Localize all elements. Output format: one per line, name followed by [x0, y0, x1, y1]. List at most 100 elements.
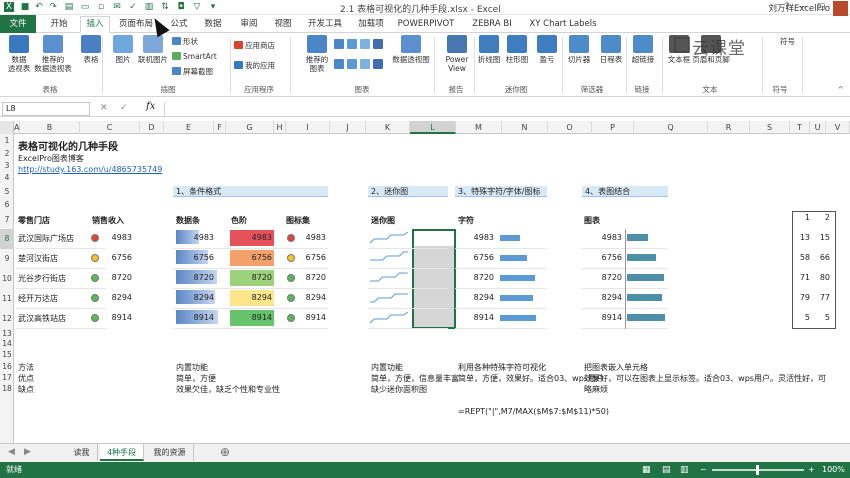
ribbon-button-11[interactable]: 切片器 [564, 35, 594, 64]
collapse-ribbon-icon[interactable]: ^ [837, 85, 844, 94]
tab-11[interactable]: ZEBRA BI [464, 17, 520, 31]
tab-1[interactable]: 开始 [42, 17, 76, 31]
ribbon-button-4[interactable]: 联机图片 [138, 35, 168, 64]
row-header-9[interactable]: 9 [0, 249, 14, 269]
row-header-12[interactable]: 12 [0, 309, 14, 329]
column-header-V[interactable]: V [826, 121, 850, 134]
row-header-7[interactable]: 7 [0, 210, 14, 229]
column-header-M[interactable]: M [456, 121, 502, 134]
tab-4[interactable]: 公式 [166, 17, 192, 31]
symbols-label[interactable]: 符号 [780, 37, 795, 47]
tab-2[interactable]: 插入 [80, 16, 110, 33]
user-name[interactable]: 刘万祥ExcelPro [768, 2, 830, 14]
row-header-14[interactable]: 14 [0, 339, 14, 349]
cancel-icon[interactable]: ✕ [100, 103, 108, 113]
column-header-O[interactable]: O [548, 121, 592, 134]
fx-icon[interactable]: fx [146, 101, 155, 112]
column-header-J[interactable]: J [330, 121, 366, 134]
row-header-17[interactable]: 17 [0, 372, 14, 383]
column-header-T[interactable]: T [790, 121, 810, 134]
column-header-C[interactable]: C [80, 121, 140, 134]
column-header-D[interactable]: D [140, 121, 164, 134]
camera-icon[interactable]: ◘ [176, 2, 186, 12]
column-header-G[interactable]: G [226, 121, 274, 134]
zoom-slider-thumb[interactable] [756, 465, 759, 475]
column-header-F[interactable]: F [214, 121, 226, 134]
ribbon-button-9[interactable]: 柱形图 [502, 35, 532, 64]
enter-icon[interactable]: ✓ [120, 103, 128, 113]
chart-type-icon[interactable] [373, 39, 383, 49]
chart-type-icon[interactable] [334, 59, 344, 69]
ribbon-small-4[interactable]: 我的应用 [234, 61, 275, 71]
chart-type-icon[interactable] [347, 39, 357, 49]
undo-icon[interactable]: ↶ [34, 2, 44, 12]
ribbon-button-10[interactable]: 盈亏 [532, 35, 562, 64]
ribbon-button-7[interactable]: Power View [442, 35, 472, 73]
ribbon-button-8[interactable]: 折线图 [474, 35, 504, 64]
column-header-N[interactable]: N [502, 121, 548, 134]
normal-view-icon[interactable]: ▦ [642, 462, 651, 478]
row-header-6[interactable]: 6 [0, 199, 14, 210]
column-header-R[interactable]: R [708, 121, 750, 134]
column-header-E[interactable]: E [164, 121, 214, 134]
new-icon[interactable]: ▫ [96, 2, 106, 12]
column-header-U[interactable]: U [810, 121, 826, 134]
row-header-10[interactable]: 10 [0, 269, 14, 289]
page-layout-icon[interactable]: ▤ [662, 462, 671, 478]
tab-10[interactable]: POWERPIVOT [394, 17, 458, 31]
row-header-18[interactable]: 18 [0, 383, 14, 394]
ribbon-button-0[interactable]: 数据 透视表 [4, 35, 34, 73]
ribbon-small-1[interactable]: SmartArt [172, 52, 217, 62]
row-header-5[interactable]: 5 [0, 184, 14, 199]
column-header-Q[interactable]: Q [634, 121, 708, 134]
row-header-13[interactable]: 13 [0, 329, 14, 339]
row-header-1[interactable]: 1 [0, 134, 14, 148]
ribbon-small-2[interactable]: 屏幕截图 [172, 67, 213, 77]
avatar[interactable] [833, 1, 848, 16]
zoom-in-icon[interactable]: + [808, 462, 815, 478]
ribbon-button-5[interactable]: 推荐的 图表 [302, 35, 332, 73]
zoom-level[interactable]: 100% [822, 462, 845, 478]
tab-12[interactable]: XY Chart Labels [528, 17, 598, 31]
sheet-tab-0[interactable]: 读我 [66, 444, 98, 461]
row-header-8[interactable]: 8 [0, 229, 14, 249]
row-header-11[interactable]: 11 [0, 289, 14, 309]
customize-qat-icon[interactable]: ▾ [208, 2, 218, 12]
column-header-K[interactable]: K [366, 121, 410, 134]
ribbon-button-6[interactable]: 数据透视图 [390, 35, 432, 64]
ribbon-small-3[interactable]: 应用商店 [234, 41, 275, 51]
ribbon-button-12[interactable]: 日程表 [596, 35, 626, 64]
column-header-I[interactable]: I [286, 121, 330, 134]
save-icon[interactable]: ■ [20, 2, 30, 12]
zoom-out-icon[interactable]: − [700, 462, 707, 478]
column-header-L[interactable]: L [410, 121, 456, 134]
name-box[interactable]: L8 [2, 102, 90, 116]
sheet-tab-1[interactable]: 4种手段 [100, 444, 144, 461]
tab-6[interactable]: 审阅 [234, 17, 264, 31]
formula-input[interactable] [164, 102, 848, 116]
ribbon-button-13[interactable]: 超链接 [628, 35, 658, 64]
tab-7[interactable]: 视图 [268, 17, 298, 31]
chart-icon[interactable]: ▥ [144, 2, 154, 12]
select-all-button[interactable] [0, 121, 14, 134]
redo-icon[interactable]: ↷ [48, 2, 58, 12]
ribbon-small-0[interactable]: 形状 [172, 37, 198, 47]
prev-sheet-icon[interactable]: ◀ [8, 447, 15, 457]
next-sheet-icon[interactable]: ▶ [24, 447, 31, 457]
open-icon[interactable]: ▭ [80, 2, 90, 12]
tab-8[interactable]: 开发工具 [302, 17, 348, 31]
email-icon[interactable]: ✉ [112, 2, 122, 12]
chart-type-icon[interactable] [373, 59, 383, 69]
row-header-15[interactable]: 15 [0, 349, 14, 361]
sort-icon[interactable]: ⇅ [160, 2, 170, 12]
ribbon-button-1[interactable]: 推荐的 数据透视表 [32, 35, 74, 73]
page-break-icon[interactable]: ▥ [680, 462, 689, 478]
chart-type-icon[interactable] [360, 59, 370, 69]
sheet-tab-2[interactable]: 我的资源 [146, 444, 194, 461]
tab-0[interactable]: 文件 [0, 15, 36, 33]
selected-cell-active[interactable] [414, 231, 454, 246]
column-header-S[interactable]: S [750, 121, 790, 134]
filter-icon[interactable]: ▽ [192, 2, 202, 12]
chart-type-icon[interactable] [334, 39, 344, 49]
column-header-H[interactable]: H [274, 121, 286, 134]
